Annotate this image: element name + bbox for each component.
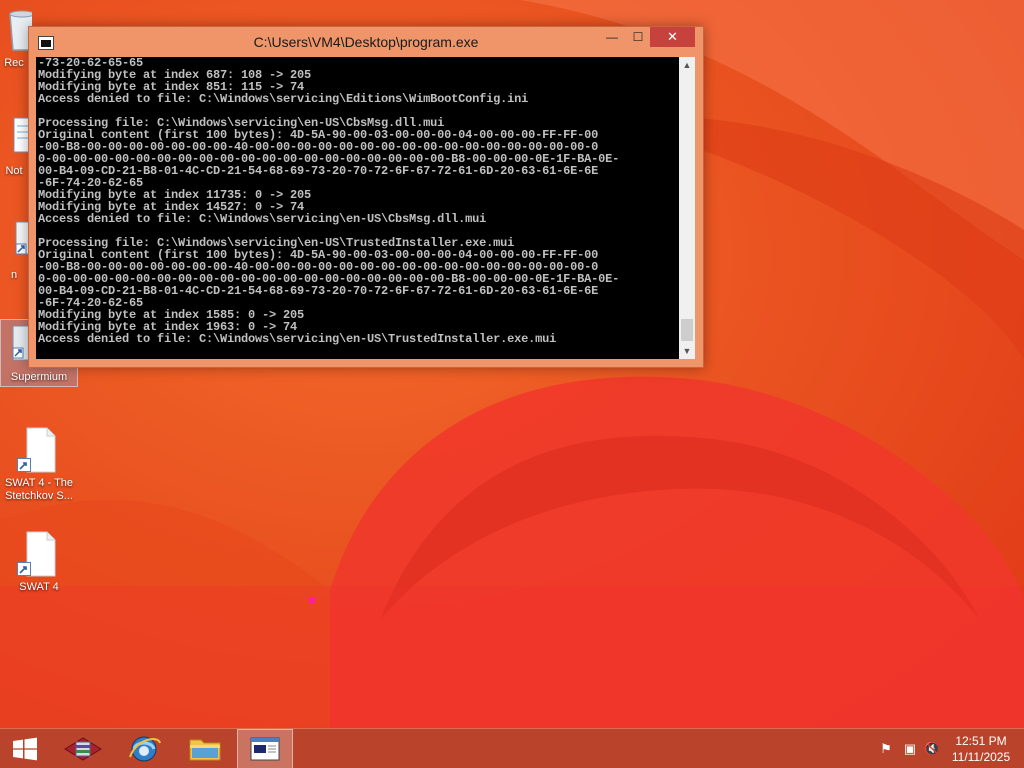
document-icon <box>15 426 63 474</box>
network-icon[interactable]: ▣ <box>902 742 918 756</box>
scroll-up-arrow-icon[interactable]: ▲ <box>679 57 695 73</box>
clock-time: 12:51 PM <box>955 734 1007 748</box>
clock[interactable]: 12:51 PM 11/11/2025 <box>946 733 1016 765</box>
title-bar[interactable]: C:\Users\VM4\Desktop\program.exe — ☐ ✕ <box>29 27 703 57</box>
folder-icon <box>189 739 221 761</box>
taskbar-program-exe[interactable] <box>237 729 293 768</box>
console-text: -73-20-62-65-65 Modifying byte at index … <box>38 57 620 346</box>
desktop-icon-label: Supermium <box>10 371 68 383</box>
maximize-button[interactable]: ☐ <box>625 27 651 47</box>
action-center-flag-icon[interactable]: ⚑ <box>878 742 894 756</box>
scroll-down-arrow-icon[interactable]: ▼ <box>679 343 695 359</box>
desktop-icon-swat4-stetchkov[interactable]: SWAT 4 - The Stetchkov S... <box>0 426 78 503</box>
close-button[interactable]: ✕ <box>650 27 695 47</box>
start-button[interactable] <box>0 729 50 768</box>
mouse-cursor <box>309 597 315 603</box>
document-icon <box>15 530 63 578</box>
vertical-scrollbar[interactable]: ▲ ▼ <box>679 57 695 359</box>
scroll-thumb[interactable] <box>681 319 693 341</box>
desktop[interactable]: Rec Not n Supermium SWAT 4 - The Stetchk… <box>0 0 1024 768</box>
shortcut-arrow-icon <box>17 562 31 576</box>
volume-muted-icon[interactable]: 🔇 <box>924 742 940 756</box>
desktop-icon-label: SWAT 4 <box>19 581 59 593</box>
shortcut-arrow-icon <box>17 458 31 472</box>
desktop-icon-swat4[interactable]: SWAT 4 <box>0 530 78 594</box>
browser-icon <box>129 736 161 762</box>
windows-logo-icon <box>13 737 37 761</box>
system-tray: ⚑ ▣ 🔇 12:51 PM 11/11/2025 <box>864 729 1024 768</box>
archive-icon <box>64 737 102 761</box>
taskbar: ⚑ ▣ 🔇 12:51 PM 11/11/2025 <box>0 728 1024 768</box>
taskbar-internet-explorer[interactable] <box>116 729 172 768</box>
desktop-icon-label: SWAT 4 - The Stetchkov S... <box>4 477 74 502</box>
console-window[interactable]: C:\Users\VM4\Desktop\program.exe — ☐ ✕ -… <box>28 26 704 368</box>
console-output[interactable]: -73-20-62-65-65 Modifying byte at index … <box>36 57 679 359</box>
clock-date: 11/11/2025 <box>951 750 1011 764</box>
minimize-button[interactable]: — <box>599 27 625 47</box>
taskbar-file-explorer[interactable] <box>177 729 233 768</box>
console-icon <box>250 737 280 761</box>
taskbar-winrar[interactable] <box>55 729 111 768</box>
